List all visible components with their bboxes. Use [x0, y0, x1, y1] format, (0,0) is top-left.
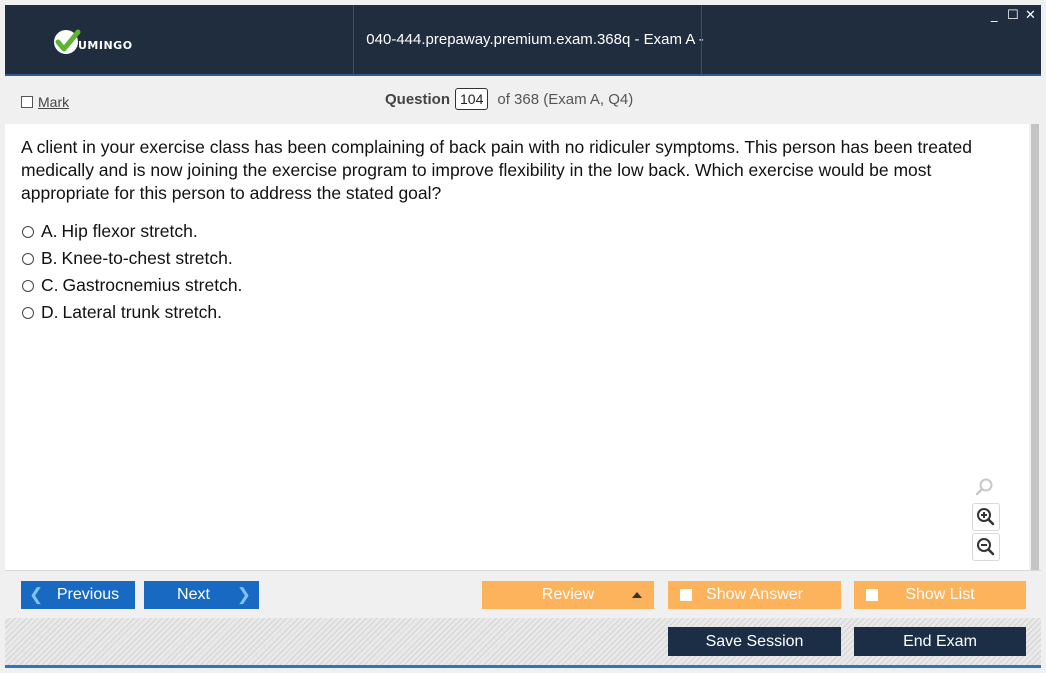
mark-checkbox-box[interactable] — [21, 96, 33, 108]
option-text: Lateral trunk stretch. — [62, 302, 223, 322]
chevron-right-icon: ❯ — [236, 585, 251, 604]
caret-up-icon — [632, 592, 642, 598]
question-total: of 368 (Exam A, Q4) — [497, 90, 634, 108]
zoom-controls — [972, 474, 1002, 563]
show-answer-checkbox[interactable] — [680, 589, 692, 601]
mark-checkbox[interactable]: Mark — [21, 94, 69, 110]
minimize-button[interactable]: _ — [991, 9, 998, 23]
title-bar: UMINGO 040-444.prepaway.premium.exam.368… — [5, 5, 1041, 118]
review-button[interactable]: Review — [482, 581, 654, 609]
footer-accent-line — [5, 665, 1041, 668]
show-list-checkbox[interactable] — [866, 589, 878, 601]
footer-bar: Save Session End Exam — [5, 618, 1041, 665]
option-letter: C. — [41, 275, 59, 295]
search-icon[interactable] — [972, 474, 998, 500]
title-bar-accent — [5, 74, 1041, 76]
show-answer-label: Show Answer — [706, 586, 803, 603]
window-title: 040-444.prepaway.premium.exam.368q - Exa… — [366, 31, 703, 118]
maximize-button[interactable]: ☐ — [1007, 9, 1019, 23]
zoom-out-icon — [977, 538, 995, 556]
question-header: Mark Question 104 of 368 (Exam A, Q4) — [5, 77, 1041, 124]
next-button[interactable]: Next ❯ — [144, 581, 259, 609]
option-letter: A. — [41, 221, 58, 241]
previous-button[interactable]: ❮ Previous — [21, 581, 135, 609]
show-list-toggle[interactable]: Show List — [854, 581, 1026, 609]
option-text: Knee-to-chest stretch. — [61, 248, 233, 268]
previous-label: Previous — [56, 586, 120, 603]
option-letter: D. — [41, 302, 59, 322]
show-answer-toggle[interactable]: Show Answer — [668, 581, 841, 609]
question-content: A client in your exercise class has been… — [5, 124, 1029, 570]
app-window: UMINGO 040-444.prepaway.premium.exam.368… — [0, 0, 1046, 673]
question-label: Question — [385, 90, 451, 108]
title-separator — [353, 5, 354, 75]
next-label: Next — [177, 586, 210, 603]
logo-brand-text: UMINGO — [78, 38, 133, 52]
question-counter: Question 104 of 368 (Exam A, Q4) — [385, 88, 633, 110]
option-b-radio[interactable] — [22, 252, 34, 265]
option-letter: B. — [41, 248, 58, 268]
option-a[interactable]: A. Hip flexor stretch. — [21, 218, 242, 245]
show-list-label: Show List — [905, 586, 975, 603]
option-d[interactable]: D. Lateral trunk stretch. — [21, 299, 242, 326]
save-session-button[interactable]: Save Session — [668, 627, 841, 656]
navigation-bar: ❮ Previous Next ❯ Review Show Answer Sho… — [5, 570, 1041, 619]
question-text: A client in your exercise class has been… — [21, 137, 973, 203]
scrollbar-thumb[interactable] — [1031, 124, 1039, 570]
zoom-out-button[interactable] — [972, 533, 1000, 561]
title-separator — [701, 5, 702, 75]
close-button[interactable]: ✕ — [1025, 9, 1036, 23]
option-a-radio[interactable] — [22, 225, 34, 238]
review-label: Review — [541, 586, 595, 603]
chevron-left-icon: ❮ — [29, 585, 44, 604]
vertical-scrollbar[interactable] — [1029, 124, 1041, 570]
mark-label[interactable]: Mark — [38, 94, 69, 110]
question-number-input[interactable]: 104 — [455, 88, 489, 110]
option-text: Gastrocnemius stretch. — [62, 275, 243, 295]
option-text: Hip flexor stretch. — [61, 221, 198, 241]
zoom-in-icon — [977, 508, 995, 526]
option-c[interactable]: C. Gastrocnemius stretch. — [21, 272, 242, 299]
option-c-radio[interactable] — [22, 279, 34, 292]
zoom-in-button[interactable] — [972, 503, 1000, 531]
answer-options: A. Hip flexor stretch. B. Knee-to-chest … — [21, 218, 242, 326]
option-d-radio[interactable] — [22, 306, 34, 319]
logo: UMINGO — [52, 25, 133, 59]
end-exam-button[interactable]: End Exam — [854, 627, 1026, 656]
option-b[interactable]: B. Knee-to-chest stretch. — [21, 245, 242, 272]
